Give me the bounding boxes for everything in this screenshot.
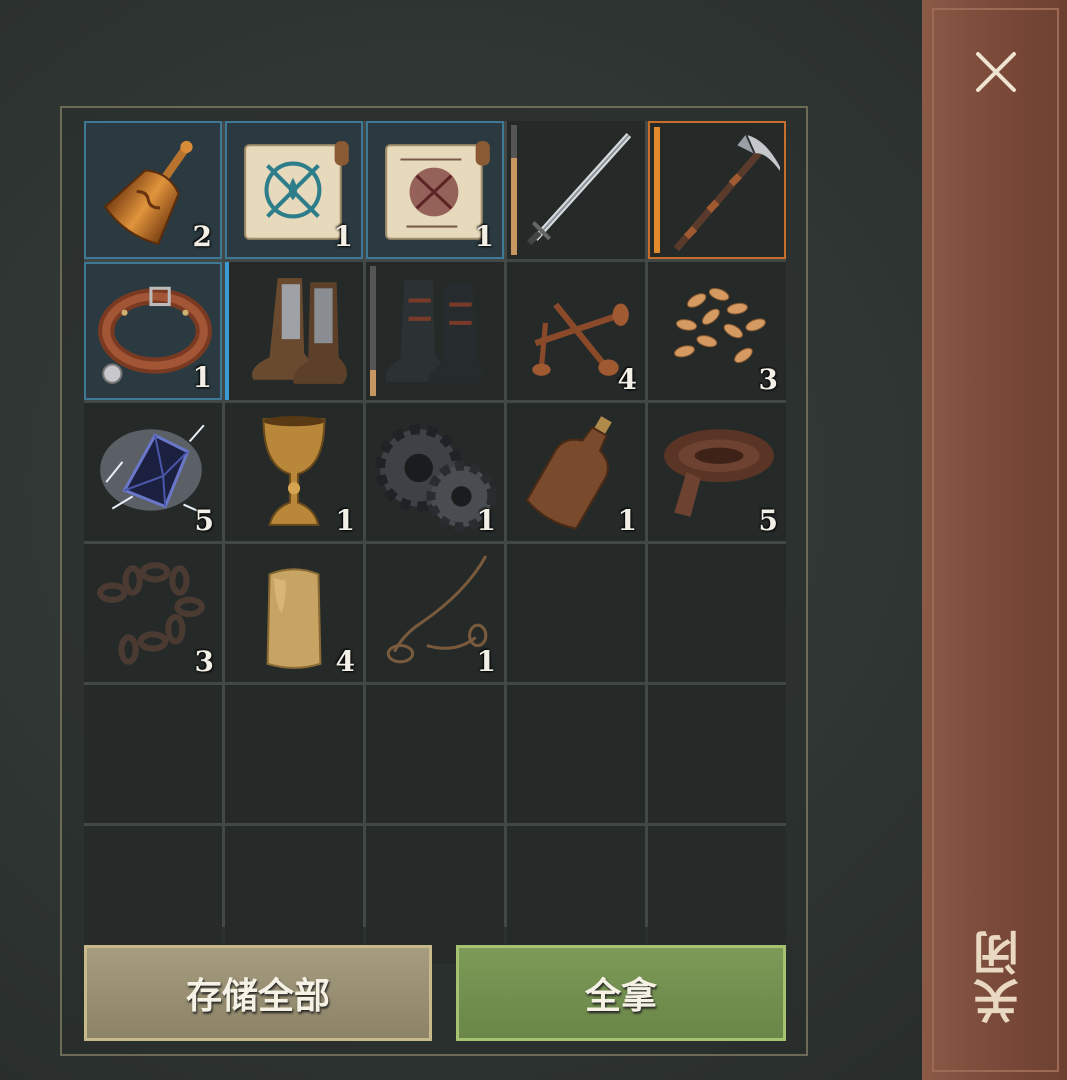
slot-pickaxe[interactable] (648, 121, 786, 259)
empty-slot[interactable] (648, 544, 786, 682)
empty-slot[interactable] (507, 685, 645, 823)
pickaxe-icon (673, 135, 780, 252)
empty-slot[interactable] (84, 685, 222, 823)
empty-slot[interactable] (366, 685, 504, 823)
item-quantity: 1 (474, 220, 494, 253)
slot-collar[interactable]: 1 (84, 262, 222, 400)
item-quantity: 1 (476, 645, 496, 678)
sidebar-frame (932, 8, 1059, 1072)
slot-sword[interactable] (507, 121, 645, 259)
item-quantity: 5 (194, 504, 214, 537)
item-quantity: 1 (476, 504, 496, 537)
empty-slot[interactable] (507, 544, 645, 682)
sword-icon (527, 133, 632, 246)
empty-slot[interactable] (507, 826, 645, 964)
slot-crystal[interactable]: 5 (84, 403, 222, 541)
item-quantity: 1 (335, 504, 355, 537)
item-quantity: 5 (758, 504, 778, 537)
slot-rope[interactable]: 1 (366, 544, 504, 682)
item-quantity: 1 (192, 361, 212, 394)
dark-boots-icon (385, 280, 483, 384)
item-quantity: 2 (192, 220, 212, 253)
empty-slot[interactable] (366, 826, 504, 964)
close-label[interactable]: 关闭 (966, 928, 1026, 1024)
slot-grain[interactable]: 3 (648, 262, 786, 400)
slot-gear[interactable]: 1 (366, 403, 504, 541)
empty-slot[interactable] (225, 685, 363, 823)
slot-nails[interactable]: 4 (507, 262, 645, 400)
slot-chain[interactable]: 3 (84, 544, 222, 682)
slot-goblet[interactable]: 1 (225, 403, 363, 541)
item-quantity: 1 (617, 504, 637, 537)
empty-slot[interactable] (648, 685, 786, 823)
item-quantity: 3 (758, 363, 778, 396)
slot-scroll-red[interactable]: 1 (366, 121, 504, 259)
item-quantity: 1 (333, 220, 353, 253)
slot-bell[interactable]: 2 (84, 121, 222, 259)
slot-candle[interactable]: 4 (225, 544, 363, 682)
slot-scroll-blue[interactable]: 1 (225, 121, 363, 259)
empty-slot[interactable] (225, 826, 363, 964)
plated-boots-icon (251, 278, 347, 384)
slot-plated-boots[interactable] (225, 262, 363, 400)
empty-slot[interactable] (84, 826, 222, 964)
item-quantity: 4 (335, 645, 355, 678)
empty-slot[interactable] (648, 826, 786, 964)
slot-dark-boots[interactable] (366, 262, 504, 400)
store-all-button[interactable]: 存储全部 (84, 945, 432, 1041)
item-quantity: 3 (194, 645, 214, 678)
slot-bottle[interactable]: 1 (507, 403, 645, 541)
slot-leather[interactable]: 5 (648, 403, 786, 541)
inventory-grid: 2 1 1 1 4 3 5 1 1 1 5 3 4 1 (84, 121, 786, 964)
item-quantity: 4 (617, 363, 637, 396)
close-icon[interactable] (972, 48, 1020, 96)
close-sidebar[interactable]: 关闭 (922, 0, 1067, 1080)
take-all-button[interactable]: 全拿 (456, 945, 786, 1041)
